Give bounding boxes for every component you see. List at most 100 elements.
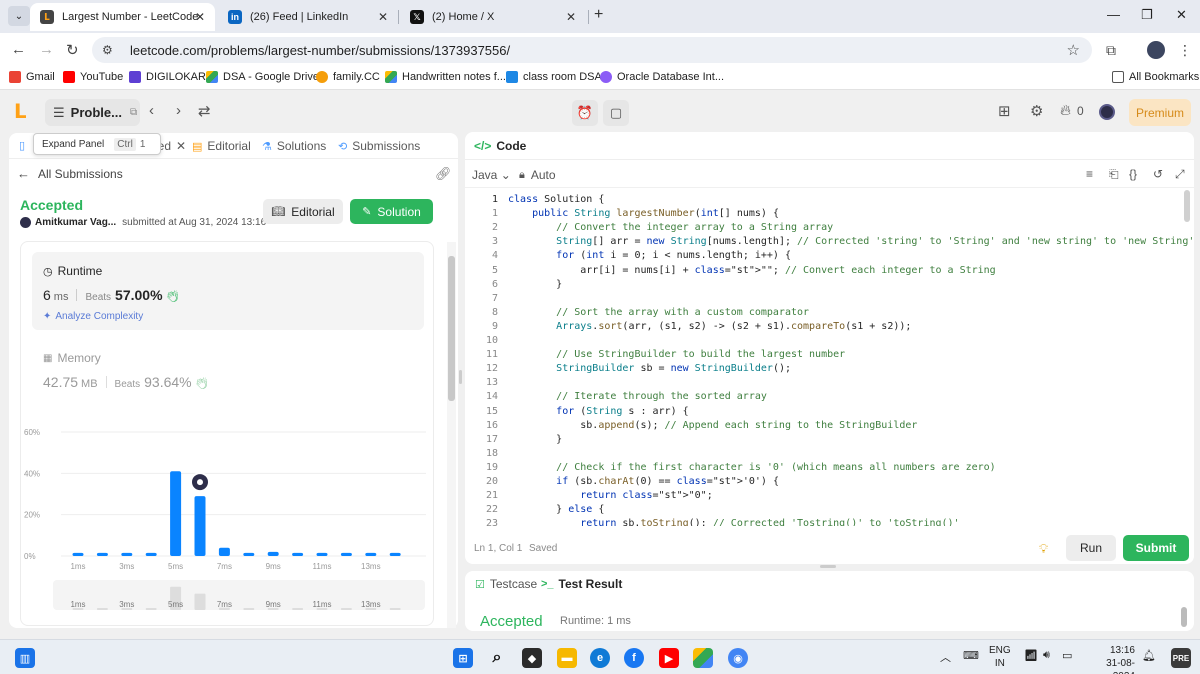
code-line[interactable]: if (sb.charAt(0) == class="st">'0') { bbox=[508, 476, 779, 487]
histogram-bar[interactable] bbox=[121, 552, 133, 556]
vertical-splitter[interactable] bbox=[459, 370, 462, 384]
settings-gear-icon[interactable]: ⚙ bbox=[1030, 102, 1043, 120]
share-link-icon[interactable]: 🔗︎ bbox=[435, 166, 452, 182]
histogram-bar[interactable] bbox=[170, 471, 182, 556]
site-info-icon[interactable]: ⚙ bbox=[102, 43, 120, 57]
profile-avatar[interactable] bbox=[1147, 41, 1165, 59]
braces-icon[interactable]: {} bbox=[1129, 167, 1137, 181]
fullscreen-icon[interactable]: ⤢ bbox=[1175, 167, 1185, 182]
code-line[interactable]: // Convert the integer array to a String… bbox=[508, 222, 833, 233]
close-icon[interactable]: ✕ bbox=[566, 10, 576, 24]
tab-linkedin[interactable]: in (26) Feed | LinkedIn ✕ bbox=[218, 3, 398, 31]
chevron-up-icon[interactable]: ︿ bbox=[940, 649, 951, 665]
user-avatar[interactable] bbox=[1099, 104, 1115, 120]
bookmark-star-icon[interactable]: ☆ bbox=[1067, 41, 1080, 59]
notes-icon[interactable]: ▢ bbox=[603, 100, 629, 126]
bookmark-handwritten[interactable]: Handwritten notes f... bbox=[385, 71, 506, 83]
code-line[interactable]: return class="st">"0"; bbox=[508, 490, 712, 501]
scroll-thumb[interactable] bbox=[448, 256, 455, 401]
close-icon[interactable]: ✕ bbox=[195, 10, 205, 24]
histogram-bar[interactable] bbox=[194, 496, 206, 556]
code-line[interactable]: Arrays.sort(arr, (s1, s2) -> (s2 + s1).c… bbox=[508, 321, 911, 332]
scroll-thumb[interactable] bbox=[1181, 607, 1187, 627]
bookmark-dsa-drive[interactable]: DSA - Google Drive bbox=[206, 71, 319, 83]
code-line[interactable]: // Sort the array with a custom comparat… bbox=[508, 307, 809, 318]
format-icon[interactable]: ≡ bbox=[1086, 167, 1093, 181]
histogram-bar[interactable] bbox=[96, 552, 108, 556]
tab-test-result[interactable]: >_ Test Result bbox=[541, 577, 622, 591]
close-tab-icon[interactable]: ✕ bbox=[176, 139, 186, 153]
result-scrollbar[interactable] bbox=[1181, 601, 1189, 631]
tab-solutions[interactable]: ⚗ Solutions bbox=[262, 139, 326, 153]
window-close-icon[interactable]: ✕ bbox=[1176, 7, 1187, 23]
histogram-bar[interactable] bbox=[365, 552, 377, 556]
lightbulb-icon[interactable]: 💡︎ bbox=[1039, 541, 1048, 557]
horizontal-splitter[interactable] bbox=[820, 565, 836, 568]
code-line[interactable]: } bbox=[508, 434, 562, 445]
tab-search-button[interactable]: ⌄ bbox=[8, 6, 30, 26]
google-drive-icon[interactable] bbox=[693, 648, 713, 668]
language-indicator[interactable]: ENG IN bbox=[989, 644, 1011, 670]
new-tab-button[interactable]: + bbox=[594, 6, 603, 24]
search-icon[interactable]: ⌕ bbox=[487, 648, 507, 668]
code-line[interactable]: sb.append(s); // Append each string to t… bbox=[508, 420, 917, 431]
edge-icon[interactable]: e bbox=[590, 648, 610, 668]
histogram-bar[interactable] bbox=[267, 551, 279, 556]
clock[interactable]: 13:1631-08-2024 bbox=[1087, 644, 1135, 674]
all-submissions-link[interactable]: ← All Submissions bbox=[17, 166, 123, 181]
volume-icon[interactable]: 🔊︎ bbox=[1043, 649, 1050, 662]
solution-button[interactable]: ✎ Solution bbox=[350, 199, 433, 224]
left-panel-scrollbar[interactable] bbox=[447, 242, 456, 628]
analyze-complexity-link[interactable]: ✦ Analyze Complexity bbox=[43, 311, 143, 322]
bookmark-gmail[interactable]: Gmail bbox=[9, 71, 55, 83]
bookmark-oracle[interactable]: Oracle Database Int... bbox=[600, 71, 724, 83]
keyboard-icon[interactable]: ⌨ bbox=[963, 649, 979, 662]
tab-x[interactable]: 𝕏 (2) Home / X ✕ bbox=[400, 3, 586, 31]
widgets-icon[interactable]: ▥ bbox=[15, 648, 35, 668]
start-icon[interactable]: ⊞ bbox=[453, 648, 473, 668]
code-line[interactable]: String[] arr = new String[nums.length]; … bbox=[508, 236, 1194, 247]
histogram-bar[interactable] bbox=[218, 547, 230, 556]
extensions-icon[interactable]: ⧉ bbox=[1106, 42, 1116, 59]
bookmark-youtube[interactable]: YouTube bbox=[63, 71, 123, 83]
runtime-box[interactable]: ◷ Runtime 6 ms Beats 57.00% 👏︎ ✦ Analyze C… bbox=[32, 252, 424, 330]
prev-problem-icon[interactable]: ‹ bbox=[149, 102, 154, 119]
code-line[interactable]: class Solution { bbox=[508, 194, 604, 205]
bookmark-icon[interactable]: ⎗ bbox=[1109, 167, 1119, 182]
histogram-bar[interactable] bbox=[389, 552, 401, 556]
close-icon[interactable]: ✕ bbox=[378, 10, 388, 24]
bookmark-classroom[interactable]: class room DSA bbox=[506, 71, 602, 83]
code-line[interactable]: public String largestNumber(int[] nums) … bbox=[508, 208, 779, 219]
code-line[interactable]: // Use StringBuilder to build the larges… bbox=[508, 349, 845, 360]
battery-icon[interactable]: ▭ bbox=[1062, 649, 1072, 662]
app-preview-icon[interactable]: PRE bbox=[1171, 648, 1191, 668]
layout-icon[interactable]: ⊞ bbox=[998, 102, 1011, 120]
problem-list-button[interactable]: ☰ Proble... ⧉ bbox=[45, 99, 140, 126]
premium-button[interactable]: Premium bbox=[1129, 99, 1191, 126]
shuffle-icon[interactable]: ⇄ bbox=[198, 102, 211, 120]
tab-leetcode[interactable]: ᒪ Largest Number - LeetCode ✕ bbox=[30, 3, 215, 31]
scroll-thumb[interactable] bbox=[1184, 190, 1190, 222]
chrome-icon[interactable]: ◉ bbox=[728, 648, 748, 668]
code-scrollbar[interactable] bbox=[1179, 190, 1191, 530]
histogram-bar[interactable] bbox=[243, 552, 255, 556]
reload-icon[interactable]: ↻ bbox=[66, 41, 79, 59]
code-line[interactable]: for (int i = 0; i < nums.length; i++) { bbox=[508, 250, 791, 261]
omnibox[interactable]: ⚙ leetcode.com/problems/largest-number/s… bbox=[92, 37, 1092, 63]
submit-button[interactable]: Submit bbox=[1123, 535, 1189, 561]
code-line[interactable]: return sb.toString(); // Corrected 'Tost… bbox=[508, 518, 959, 526]
facebook-icon[interactable]: f bbox=[624, 648, 644, 668]
author-name[interactable]: Amitkumar Vag... bbox=[35, 217, 116, 228]
tab-editorial[interactable]: ▤ Editorial bbox=[192, 139, 251, 153]
app-icon[interactable]: ◆ bbox=[522, 648, 542, 668]
file-explorer-icon[interactable]: ▬ bbox=[557, 648, 577, 668]
restore-icon[interactable]: ❐ bbox=[1141, 7, 1153, 23]
language-select[interactable]: Java ⌄ bbox=[472, 168, 511, 182]
histogram-bar[interactable] bbox=[340, 552, 352, 556]
code-editor[interactable]: 1 class Solution {1 public String largest… bbox=[465, 192, 1194, 526]
code-line[interactable]: StringBuilder sb = new StringBuilder(); bbox=[508, 363, 791, 374]
next-problem-icon[interactable]: › bbox=[176, 102, 181, 119]
bookmark-family-cc[interactable]: family.CC bbox=[316, 71, 380, 83]
forward-icon[interactable]: → bbox=[39, 41, 54, 58]
histogram-bar[interactable] bbox=[145, 552, 157, 556]
